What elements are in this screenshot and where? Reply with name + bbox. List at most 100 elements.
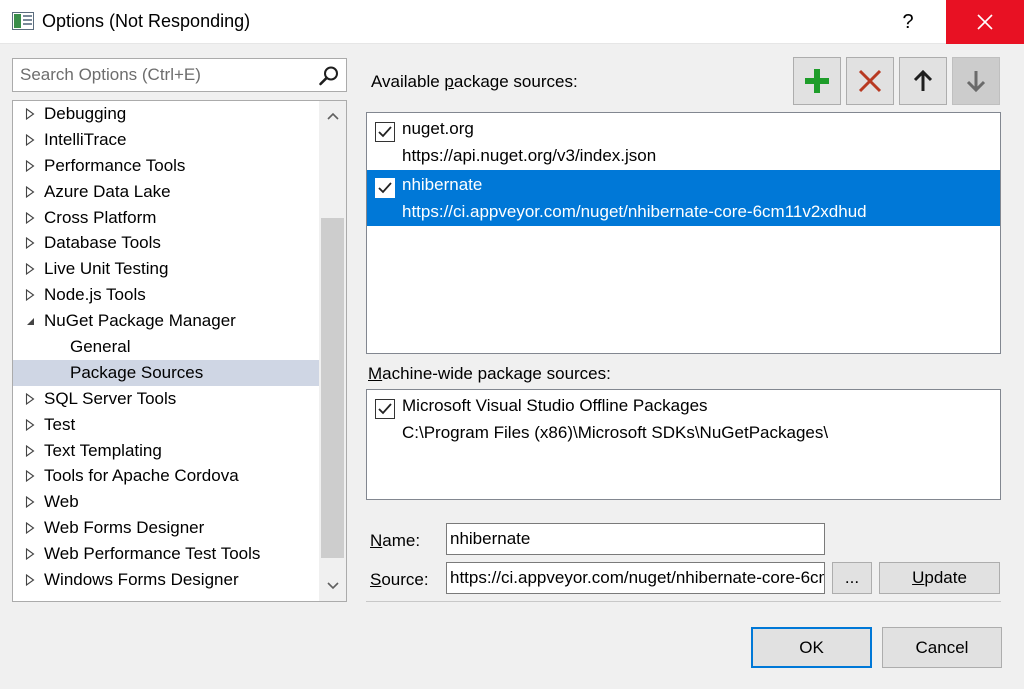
name-label: Name: [370,531,420,551]
machine-wide-sources-list[interactable]: Microsoft Visual Studio Offline Packages… [366,389,1001,500]
tree-item-text-templating[interactable]: Text Templating [13,438,319,464]
source-url: https://api.nuget.org/v3/index.json [402,146,657,165]
available-sources-list[interactable]: nuget.org https://api.nuget.org/v3/index… [366,112,1001,354]
title-bar[interactable]: Options (Not Responding) ? [0,0,1024,44]
source-item-nuget-org[interactable]: nuget.org https://api.nuget.org/v3/index… [367,114,1000,170]
tree-item-tools-for-apache-cordova[interactable]: Tools for Apache Cordova [13,463,319,489]
accelerator-key: M [368,364,383,383]
label-text: ame: [382,531,421,550]
tree-item-label: Web [44,492,79,512]
tree-item-web-performance-test-tools[interactable]: Web Performance Test Tools [13,541,319,567]
tree-item-label: Performance Tools [44,155,186,175]
tree-item-azure-data-lake[interactable]: Azure Data Lake [13,179,319,205]
tree-item-windows-forms-designer[interactable]: Windows Forms Designer [13,567,319,593]
close-icon [977,14,993,30]
tree-item-label: Node.js Tools [44,285,146,305]
tree-item-intellitrace[interactable]: IntelliTrace [13,127,319,153]
tree-item-live-unit-testing[interactable]: Live Unit Testing [13,256,319,282]
checkmark-icon [378,126,392,138]
tree-item-cross-platform[interactable]: Cross Platform [13,205,319,231]
options-window-icon [12,12,34,30]
source-field[interactable] [446,562,825,594]
name-input[interactable] [447,524,824,554]
collapsed-arrow-icon[interactable] [25,496,35,509]
source-input[interactable] [447,563,824,593]
ok-button[interactable]: OK [751,627,872,668]
source-item-vs-offline-packages[interactable]: Microsoft Visual Studio Offline Packages… [367,391,1000,447]
name-field[interactable] [446,523,825,555]
cancel-button[interactable]: Cancel [882,627,1002,668]
collapsed-arrow-icon[interactable] [25,237,35,250]
browse-button[interactable]: ... [832,562,872,594]
tree-item-nodejs-tools[interactable]: Node.js Tools [13,282,319,308]
update-button[interactable]: Update [879,562,1000,594]
scroll-thumb[interactable] [321,218,344,558]
scroll-down-button[interactable] [319,571,346,601]
remove-source-button[interactable] [846,57,894,105]
collapsed-arrow-icon[interactable] [25,548,35,561]
label-text: ackage sources: [453,72,578,91]
tree-item-nuget-package-manager[interactable]: NuGet Package Manager [13,308,319,334]
available-sources-label: Available package sources: [371,72,578,92]
tree-item-test[interactable]: Test [13,412,319,438]
chevron-down-icon [326,582,339,590]
collapsed-arrow-icon[interactable] [25,418,35,431]
tree-item-label: Windows Forms Designer [44,570,239,590]
tree-item-label: Database Tools [44,233,161,253]
collapsed-arrow-icon[interactable] [25,470,35,483]
tree-item-label: IntelliTrace [44,129,127,149]
collapsed-arrow-icon[interactable] [25,211,35,224]
tree-item-web[interactable]: Web [13,489,319,515]
source-item-nhibernate[interactable]: nhibernate https://ci.appveyor.com/nuget… [367,170,1000,226]
source-name: nhibernate [402,175,483,194]
search-icon[interactable] [318,65,340,87]
collapsed-arrow-icon[interactable] [25,444,35,457]
options-tree[interactable]: Debugging IntelliTrace Performance Tools… [12,100,347,602]
collapsed-arrow-icon[interactable] [25,392,35,405]
label-text: ource: [381,570,429,589]
tree-item-debugging[interactable]: Debugging [13,101,319,127]
move-down-button[interactable] [952,57,1000,105]
chevron-up-icon [326,112,339,120]
collapsed-arrow-icon[interactable] [25,574,35,587]
checkmark-icon [378,182,392,194]
expanded-arrow-icon[interactable] [25,315,35,327]
options-tree-list: Debugging IntelliTrace Performance Tools… [13,101,319,593]
scroll-up-button[interactable] [319,101,346,131]
tree-item-label: Web Performance Test Tools [44,544,261,564]
x-icon [858,69,882,93]
tree-item-label: Test [44,414,76,434]
source-checkbox[interactable] [375,399,395,419]
collapsed-arrow-icon[interactable] [25,522,35,535]
collapsed-arrow-icon[interactable] [25,133,35,146]
collapsed-arrow-icon[interactable] [25,263,35,276]
move-up-button[interactable] [899,57,947,105]
collapsed-arrow-icon[interactable] [25,185,35,198]
tree-item-web-forms-designer[interactable]: Web Forms Designer [13,515,319,541]
collapsed-arrow-icon[interactable] [25,108,35,120]
collapsed-arrow-icon[interactable] [25,289,35,302]
accelerator-key: S [370,570,382,589]
tree-item-package-sources[interactable]: Package Sources [13,359,319,386]
search-options-input[interactable] [13,59,313,91]
collapsed-arrow-icon[interactable] [25,159,35,172]
plus-icon [805,69,829,93]
accelerator-key: U [912,568,925,587]
search-options-box[interactable] [12,58,347,92]
divider [366,601,1001,602]
tree-item-performance-tools[interactable]: Performance Tools [13,153,319,179]
source-checkbox[interactable] [375,122,395,142]
source-checkbox[interactable] [375,178,395,198]
tree-item-database-tools[interactable]: Database Tools [13,230,319,256]
tree-item-sql-server-tools[interactable]: SQL Server Tools [13,386,319,412]
tree-item-general[interactable]: General [13,334,319,360]
checkmark-icon [378,403,392,415]
add-source-button[interactable] [793,57,841,105]
help-button[interactable]: ? [876,0,940,44]
close-button[interactable] [946,0,1024,44]
tree-scrollbar[interactable] [319,101,346,601]
arrow-up-icon [913,69,933,91]
source-name: nuget.org [402,119,474,138]
tree-item-label: General [70,337,131,357]
tree-item-label: Package Sources [70,362,204,382]
